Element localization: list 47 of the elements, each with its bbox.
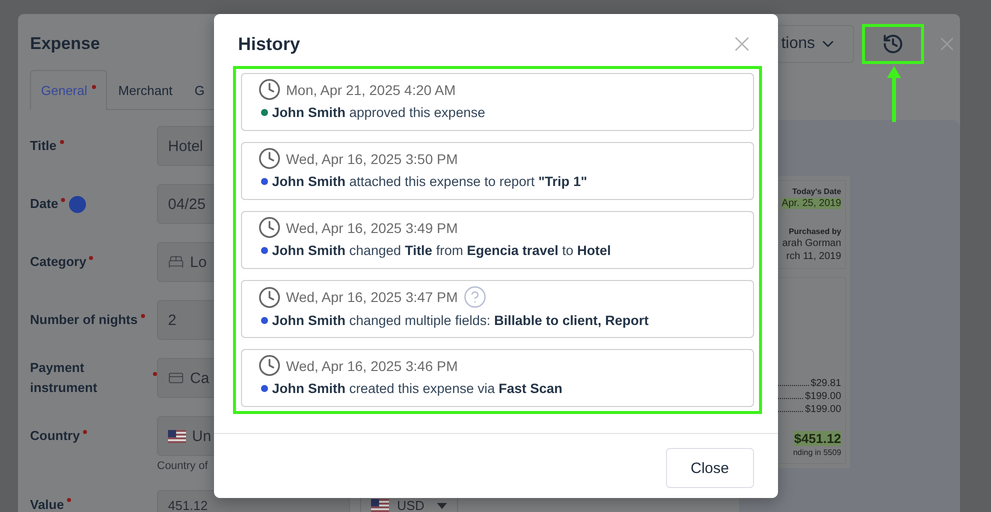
entry-text: John Smith created this expense via Fast Scan [272, 381, 562, 396]
arrow-annotation [887, 66, 901, 122]
flag-icon [371, 499, 389, 512]
receipt-text: Apr. 25, 2019 [782, 198, 842, 209]
entry-time: Wed, Apr 16, 2025 3:47 PM [286, 289, 458, 305]
clock-icon [258, 354, 281, 377]
field-label: Category [30, 253, 86, 271]
entry-text: John Smith changed Title from Egencia travel to Hotel [272, 243, 611, 258]
field-hint: Country of [157, 460, 209, 472]
field-label: Payment instrument [30, 359, 98, 397]
bed-icon [168, 254, 184, 270]
receipt-text: rch 11, 2019 [786, 251, 842, 262]
clock-icon [258, 147, 281, 170]
entry-text: John Smith approved this expense [272, 105, 486, 120]
receipt-text: Today's Date [792, 187, 842, 196]
receipt-text: Purchased by [788, 227, 842, 236]
tab[interactable]: General [30, 70, 108, 110]
receipt-text: $29.81 [810, 378, 842, 389]
caret-icon [437, 503, 447, 509]
entry-time: Wed, Apr 16, 2025 3:49 PM [286, 220, 458, 236]
field-label: Number of nights [30, 311, 138, 329]
history-icon [882, 33, 904, 55]
panel-title: Expense [30, 34, 100, 54]
receipt-text: $199.00 [805, 404, 842, 415]
entry-time: Wed, Apr 16, 2025 3:46 PM [286, 358, 458, 374]
receipt-text: nding in 5509 [793, 448, 842, 457]
clock-icon [258, 286, 281, 308]
close-button[interactable]: Close [666, 448, 754, 488]
card-icon [168, 370, 184, 386]
field-label: Date [30, 195, 58, 213]
field-label: Country [30, 427, 80, 445]
entry-text: John Smith attached this expense to report "Trip 1" [272, 174, 588, 189]
field-label: Value [30, 498, 64, 511]
clock-icon [258, 216, 281, 239]
tab[interactable]: Merchant [107, 70, 184, 110]
flag-icon [168, 430, 186, 442]
field-label: Title [30, 137, 56, 155]
receipt-text: $199.00 [805, 391, 842, 402]
receipt-text: arah Gorman [782, 238, 842, 249]
history-button[interactable] [862, 24, 924, 64]
entry-time: Mon, Apr 21, 2025 4:20 AM [286, 82, 456, 98]
entry-text: John Smith changed multiple fields: Billable to client, Report [272, 313, 649, 328]
tab[interactable]: G [183, 70, 216, 110]
entry-time: Wed, Apr 16, 2025 3:50 PM [286, 150, 458, 166]
clock-icon [258, 78, 281, 101]
dialog-title: History [238, 34, 300, 54]
receipt-total: $451.12 [794, 431, 842, 446]
